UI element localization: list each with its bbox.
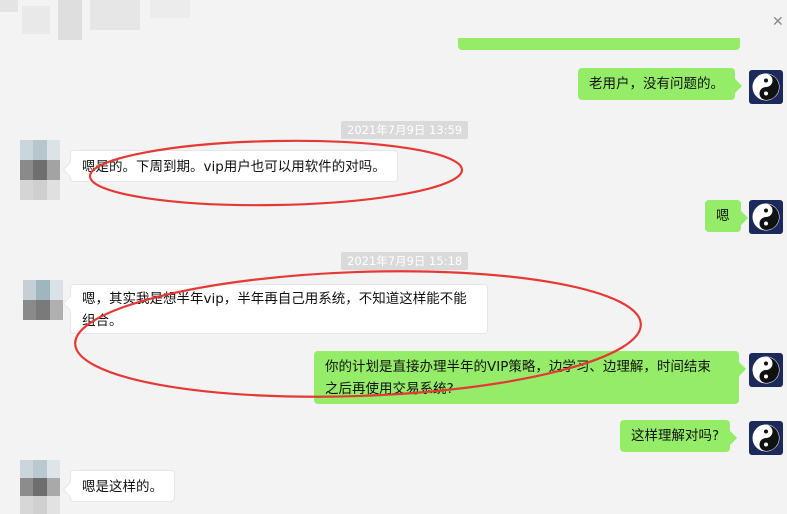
avatar[interactable] xyxy=(749,421,783,455)
blurred-header xyxy=(0,0,200,42)
top-sent-bubble-edge xyxy=(458,38,740,50)
message-bubble-sent: 老用户，没有问题的。 xyxy=(578,68,735,100)
avatar[interactable] xyxy=(20,140,60,200)
yin-yang-icon xyxy=(752,356,780,384)
close-icon[interactable]: ✕ xyxy=(772,14,784,30)
avatar[interactable] xyxy=(749,70,783,104)
message-bubble-sent: 嗯 xyxy=(705,200,741,232)
message-bubble-sent: 你的计划是直接办理半年的VIP策略，边学习、边理解，时间结束 之后再使用交易系统… xyxy=(314,351,739,404)
yin-yang-icon xyxy=(752,203,780,231)
message-bubble-sent: 这样理解对吗? xyxy=(620,420,731,452)
message-bubble-received: 嗯是的。下周到期。vip用户也可以用软件的对吗。 xyxy=(70,150,398,182)
avatar[interactable] xyxy=(20,460,60,514)
avatar[interactable] xyxy=(749,353,783,387)
message-bubble-received: 嗯是这样的。 xyxy=(70,470,175,502)
message-bubble-received: 嗯，其实我是想半年vip，半年再自己用系统，不知道这样能不能 组合。 xyxy=(70,284,488,334)
avatar[interactable] xyxy=(749,200,783,234)
yin-yang-icon xyxy=(752,73,780,101)
timestamp: 2021年7月9日 13:59 xyxy=(341,121,469,139)
yin-yang-icon xyxy=(752,424,780,452)
avatar[interactable] xyxy=(23,280,63,320)
timestamp: 2021年7月9日 15:18 xyxy=(341,252,469,270)
